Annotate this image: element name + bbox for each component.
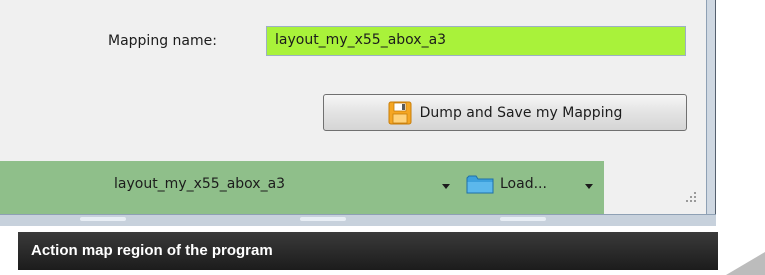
mapping-name-label: Mapping name:: [108, 33, 217, 49]
caption-pointer: [726, 252, 765, 275]
window-frame-bottom: [0, 214, 716, 226]
mapping-status-bar: layout_my_x55_abox_a3 Load...: [0, 161, 706, 214]
dump-and-save-button[interactable]: Dump and Save my Mapping: [323, 94, 687, 131]
floppy-disk-icon: [388, 101, 412, 125]
folder-icon: [466, 174, 494, 194]
load-button[interactable]: Load...: [466, 171, 547, 197]
map-dropdown-arrow-icon[interactable]: [442, 184, 450, 189]
app-window: Mapping name: layout_my_x55_abox_a3 Dump…: [0, 0, 706, 216]
window-frame-right: [706, 0, 716, 218]
load-label: Load...: [500, 176, 547, 192]
resize-grip-icon[interactable]: [680, 190, 698, 208]
current-map-name: layout_my_x55_abox_a3: [114, 176, 286, 192]
figure-caption: Action map region of the program: [18, 232, 718, 270]
mapping-name-input[interactable]: layout_my_x55_abox_a3: [266, 26, 686, 56]
load-dropdown-arrow-icon[interactable]: [585, 184, 593, 189]
dump-and-save-label: Dump and Save my Mapping: [419, 104, 623, 121]
